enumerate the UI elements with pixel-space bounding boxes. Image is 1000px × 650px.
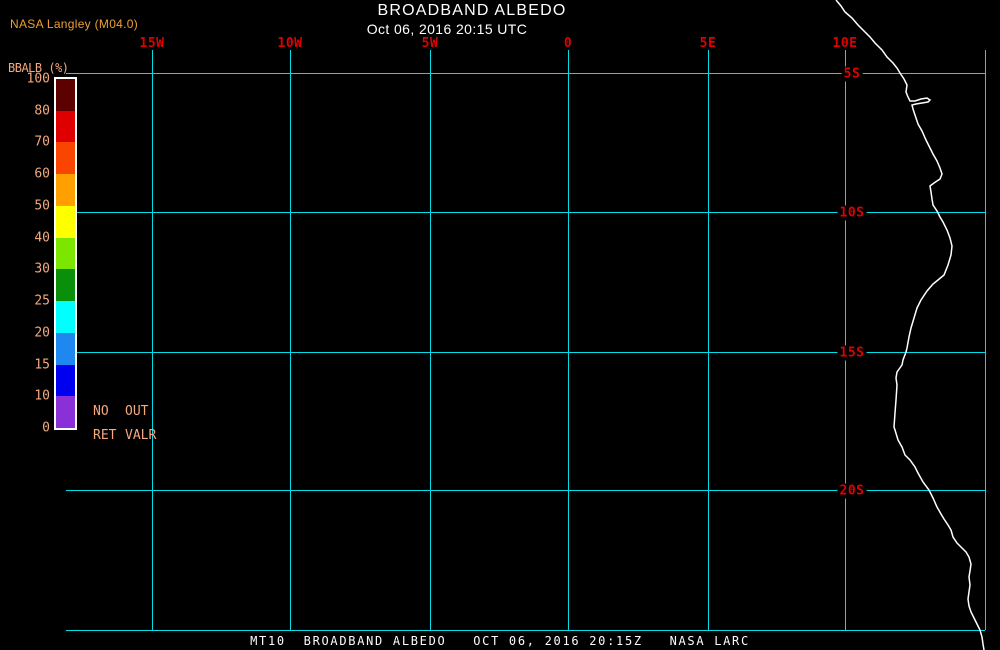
coastline <box>835 0 985 650</box>
albedo-map-screen: NASA Langley (M04.0) BROADBAND ALBEDO Oc… <box>0 0 1000 650</box>
coastline-layer <box>835 0 985 650</box>
